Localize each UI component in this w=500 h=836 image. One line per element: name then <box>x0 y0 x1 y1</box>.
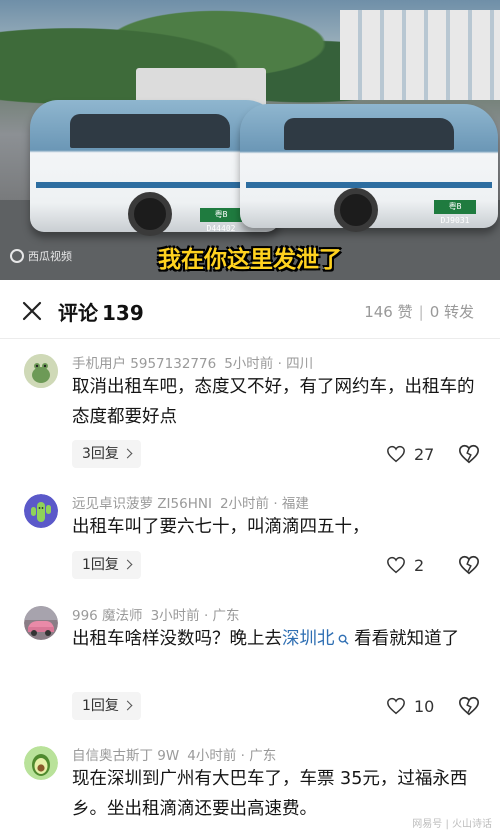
like-button[interactable]: 2 <box>386 551 424 579</box>
car-photo-avatar-icon <box>24 606 58 640</box>
comment-text: 取消出租车吧，态度又不好，有了网约车，出租车的态度都要好点 <box>72 377 475 427</box>
avatar[interactable] <box>24 746 58 780</box>
comment-text-part: 出租车啥样没数吗？晚上去 <box>72 629 282 649</box>
shares-stat[interactable]: 0 转发 <box>430 303 474 321</box>
plate-left: 粤B D44402 <box>200 208 242 233</box>
heart-icon <box>387 445 405 463</box>
comment-location: 福建 <box>281 496 309 512</box>
comment-meta: 远见卓识菠萝 ZI56HNI 2小时前 · 福建 <box>72 496 309 512</box>
comment-header: 评论 139 146 赞 | 0 转发 <box>0 280 500 340</box>
comment-username[interactable]: 996 魔法师 <box>72 608 143 624</box>
plate-right: 粤B DJ9031 <box>434 200 476 225</box>
comment-time: 3小时前 <box>150 608 200 624</box>
avocado-avatar-icon <box>24 746 58 780</box>
comment-username[interactable]: 自信奥古斯丁 9W <box>72 748 179 764</box>
comment-time: 2小时前 <box>219 496 270 512</box>
dislike-heart-icon[interactable] <box>458 554 480 576</box>
replies-label: 3回复 <box>82 446 119 462</box>
like-count: 10 <box>414 696 435 716</box>
avatar[interactable] <box>24 494 58 528</box>
replies-button[interactable]: 3回复 <box>72 440 141 468</box>
replies-button[interactable]: 1回复 <box>72 551 141 579</box>
search-icon <box>338 634 349 645</box>
comment-sheet: 评论 139 146 赞 | 0 转发 手机用户 5957132776 5小时前 · 四… <box>0 280 500 836</box>
search-link-label: 深圳北 <box>282 629 335 649</box>
comment-location: 广东 <box>249 748 277 764</box>
taxi-right: 粤B DJ9031 <box>240 104 498 232</box>
replies-label: 1回复 <box>82 698 119 714</box>
comment-location: 广东 <box>212 608 240 624</box>
comment-meta: 自信奥古斯丁 9W 4小时前 · 广东 <box>72 748 277 764</box>
chevron-right-icon <box>122 448 133 459</box>
frog-avatar-icon <box>24 354 58 388</box>
like-button[interactable]: 27 <box>386 440 434 468</box>
stats-divider: | <box>418 303 424 321</box>
heart-icon <box>387 697 405 715</box>
chevron-right-icon <box>122 700 133 711</box>
comment-username[interactable]: 手机用户 5957132776 <box>72 356 216 372</box>
replies-button[interactable]: 1回复 <box>72 692 141 720</box>
like-count: 27 <box>414 444 435 464</box>
comment-meta: 996 魔法师 3小时前 · 广东 <box>72 608 240 624</box>
dislike-heart-icon[interactable] <box>458 443 480 465</box>
close-icon[interactable] <box>20 299 44 323</box>
heart-icon <box>387 556 405 574</box>
building-background <box>340 10 500 100</box>
video-subtitle: 我在你这里发泄了 <box>158 247 342 273</box>
like-button[interactable]: 10 <box>386 692 434 720</box>
header-divider <box>0 338 500 339</box>
comment-username[interactable]: 远见卓识菠萝 ZI56HNI <box>72 496 212 512</box>
comment-item: 996 魔法师 3小时前 · 广东 出租车啥样没数吗？晚上去深圳北 看看就知道了 … <box>0 602 500 742</box>
comment-meta: 手机用户 5957132776 5小时前 · 四川 <box>72 356 314 372</box>
footer-watermark: 网易号 | 火山诗话 <box>412 819 492 830</box>
comment-time: 5小时前 <box>224 356 274 372</box>
comment-text-part: 看看就知道了 <box>354 629 460 649</box>
comment-location: 四川 <box>286 356 314 372</box>
replies-label: 1回复 <box>82 557 119 573</box>
comment-text: 出租车叫了要六七十，叫滴滴四五十， <box>72 517 370 537</box>
comment-item: 远见卓识菠萝 ZI56HNI 2小时前 · 福建 出租车叫了要六七十，叫滴滴四五十… <box>0 490 500 600</box>
like-count: 2 <box>414 555 425 575</box>
comment-time: 4小时前 <box>187 748 237 764</box>
comment-title: 评论 139 <box>58 297 144 326</box>
post-stats: 146 赞 | 0 转发 <box>364 301 474 322</box>
comment-text: 出租车啥样没数吗？晚上去深圳北 看看就知道了 <box>72 624 484 654</box>
avatar[interactable] <box>24 354 58 388</box>
chevron-right-icon <box>122 559 133 570</box>
comment-title-label: 评论 <box>58 301 98 325</box>
dislike-heart-icon[interactable] <box>458 695 480 717</box>
comment-item: 手机用户 5957132776 5小时前 · 四川 取消出租车吧，态度又不好，有了… <box>0 350 500 500</box>
video-frame[interactable]: 粤B D44402 粤B DJ9031 西瓜视频 我在你这里发泄了 <box>0 0 500 280</box>
search-link[interactable]: 深圳北 <box>282 629 349 649</box>
avatar[interactable] <box>24 606 58 640</box>
cactus-avatar-icon <box>24 494 58 528</box>
comment-count: 139 <box>102 301 144 325</box>
likes-stat[interactable]: 146 赞 <box>364 303 412 321</box>
